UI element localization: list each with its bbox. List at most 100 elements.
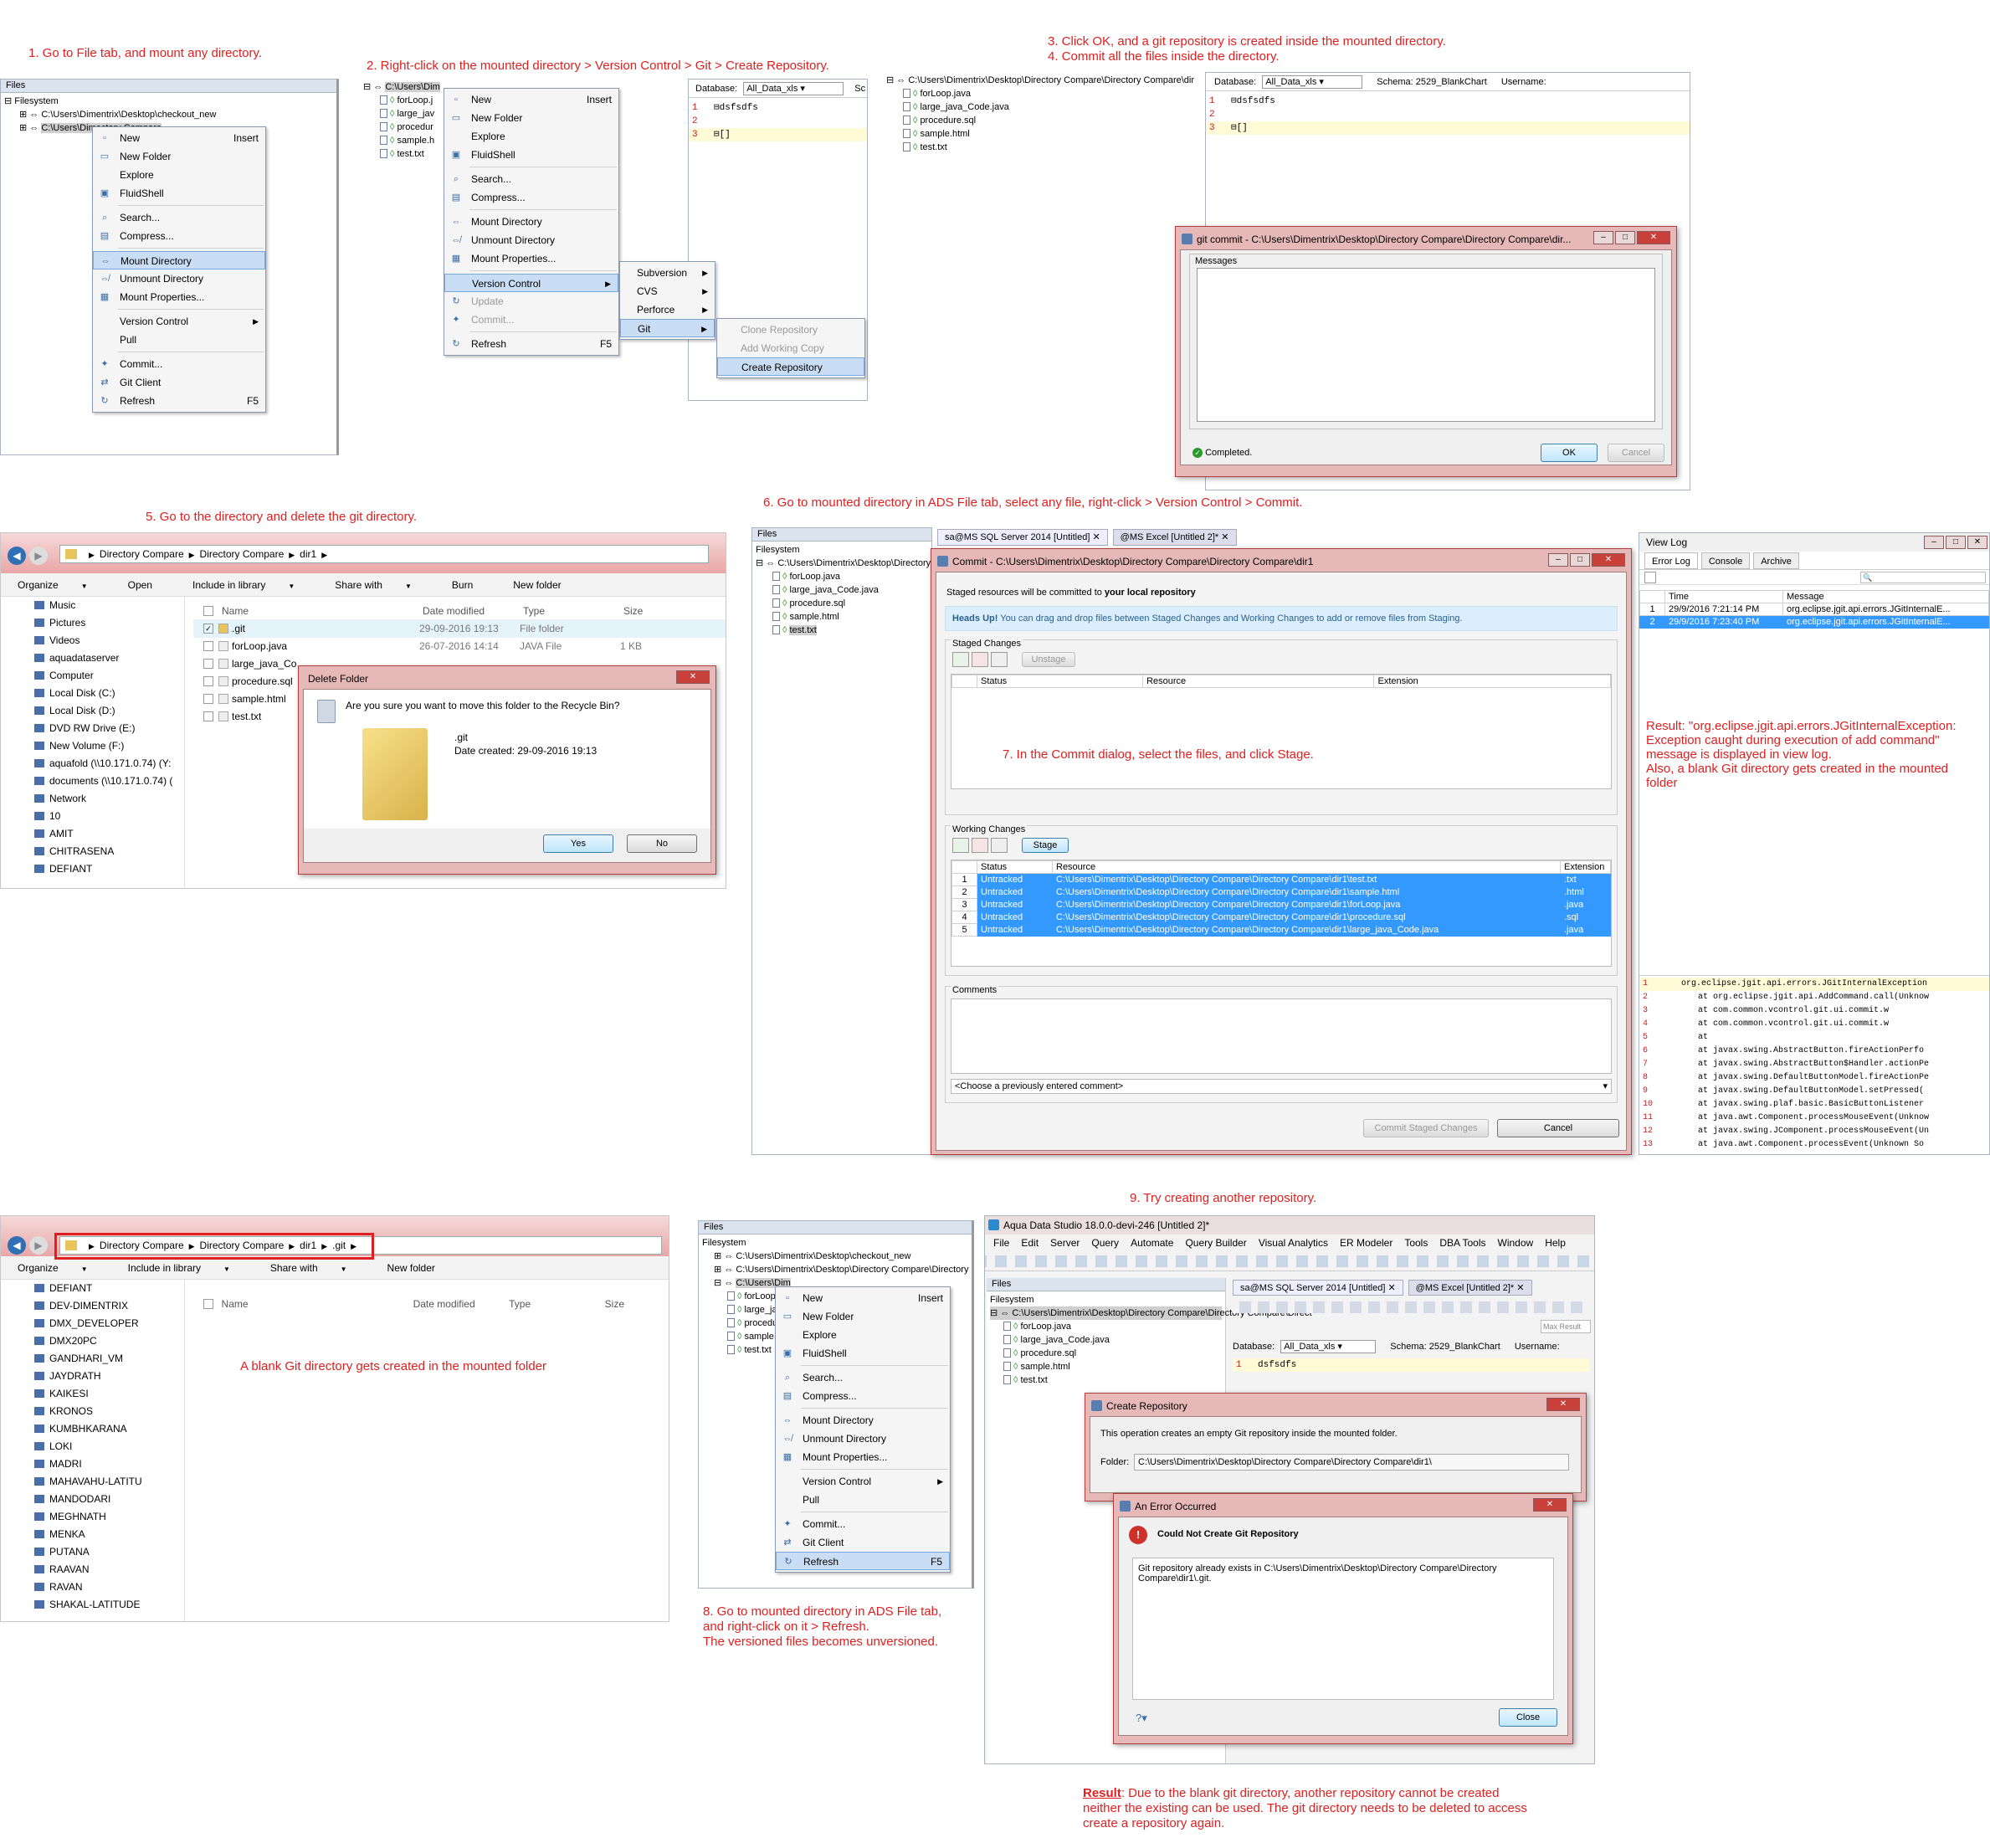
menu-item-commit[interactable]: ✦ Commit... [776, 1515, 950, 1533]
menu-help[interactable]: Help [1545, 1235, 1566, 1251]
nav-item[interactable]: aquafold (\\10.171.0.74) (Y: [34, 755, 184, 773]
command-include-in-library[interactable]: Include in library ▼ [192, 579, 315, 591]
table-row[interactable]: 1 Untracked C:\Users\Dimentrix\Desktop\Dir… [951, 873, 1611, 886]
menu-item[interactable]: ⇎ Unmount Directory [444, 231, 618, 249]
nav-item[interactable]: Music [34, 597, 184, 614]
menu-visual-analytics[interactable]: Visual Analytics [1259, 1235, 1328, 1251]
row-checkbox[interactable] [203, 676, 213, 686]
menu-tools[interactable]: Tools [1404, 1235, 1428, 1251]
nav-item[interactable]: KUMBHKARANA [34, 1420, 184, 1438]
file-row[interactable]: ✓ .git 29-09-2016 19:13 File folder [193, 620, 726, 638]
table-row[interactable]: 4 Untracked C:\Users\Dimentrix\Desktop\Dir… [951, 911, 1611, 924]
row-checkbox[interactable]: ✓ [203, 624, 213, 634]
stage-all-icon[interactable] [952, 838, 969, 853]
tab-ms-excel[interactable]: @MS Excel [Untitled 2]* ✕ [1112, 529, 1237, 546]
menu-item-mount-directory[interactable]: ⇔ Mount Directory [93, 251, 265, 270]
tree-file[interactable]: ◊ procedure.sql [756, 597, 928, 610]
column-header-date-modified[interactable]: Date modified [413, 1295, 510, 1313]
menu-item[interactable]: ⌕ Search... [444, 170, 618, 188]
menu-dba-tools[interactable]: DBA Tools [1439, 1235, 1485, 1251]
help-icon[interactable]: ?▾ [1136, 1712, 1147, 1725]
column-header-name[interactable]: Name [222, 1295, 413, 1313]
max-results-field[interactable]: Max Result [1541, 1320, 1591, 1333]
tree-mount-root-3[interactable]: ⊟ ⇔ C:\Users\Dimentrix\Desktop\Directory… [886, 74, 1201, 87]
select-all-checkbox[interactable] [203, 1299, 213, 1309]
menu-item-version-control[interactable]: Version Control ▶ [776, 1472, 950, 1491]
table-row[interactable]: 3 Untracked C:\Users\Dimentrix\Desktop\Dir… [951, 898, 1611, 911]
menu-automate[interactable]: Automate [1131, 1235, 1173, 1251]
command-share-with[interactable]: Share with ▼ [335, 579, 432, 591]
tree-filesystem[interactable]: ⊟ Filesystem [4, 95, 333, 108]
refresh-icon[interactable] [991, 652, 1008, 667]
ok-button[interactable]: OK [1541, 444, 1598, 462]
menu-item-fluidshell[interactable]: ▣ FluidShell [776, 1344, 950, 1363]
column-header-resource[interactable]: Resource [1142, 675, 1375, 688]
column-header-message[interactable]: Message [1782, 590, 1989, 603]
column-header-type[interactable]: Type [509, 1295, 605, 1313]
code-line-2-b[interactable]: 2 [1206, 108, 1690, 121]
minimize-button[interactable]: – [1924, 536, 1944, 549]
menu-item[interactable]: ▫ New Insert [444, 90, 618, 109]
menu-query[interactable]: Query [1091, 1235, 1119, 1251]
tree-file[interactable]: ◊ large_java_Code.java [886, 100, 1201, 114]
menu-item[interactable]: ▣ FluidShell [444, 146, 618, 164]
close-button[interactable]: Close [1499, 1708, 1557, 1727]
cancel-button[interactable]: Cancel [1608, 444, 1664, 462]
filter-icon[interactable] [1644, 572, 1656, 583]
submenu-item-add-working-copy[interactable]: Add Working Copy [717, 339, 864, 357]
menu-item[interactable]: Explore [444, 127, 618, 146]
maximize-button[interactable]: □ [1570, 553, 1590, 567]
cancel-button[interactable]: Cancel [1497, 1119, 1619, 1137]
forward-button[interactable]: ▶ [29, 547, 48, 565]
commit-staged-button[interactable]: Commit Staged Changes [1363, 1119, 1489, 1137]
maximize-button[interactable]: □ [1946, 536, 1966, 549]
tree-file[interactable]: ◊ test.txt [756, 624, 928, 637]
column-header-status[interactable]: Status [976, 675, 1144, 688]
nav-item[interactable]: RAVAN [34, 1578, 184, 1596]
code-line-1-b[interactable]: 1 ⊟dsfsdfs [1206, 95, 1690, 108]
menu-item-search[interactable]: ⌕ Search... [776, 1368, 950, 1387]
close-button[interactable]: ✕ [1533, 1498, 1567, 1512]
nav-item[interactable]: DMX_DEVELOPER [34, 1315, 184, 1332]
submenu-item-git[interactable]: Git ▶ [620, 319, 715, 337]
nav-item[interactable]: DVD RW Drive (E:) [34, 720, 184, 737]
tab-sql-server[interactable]: sa@MS SQL Server 2014 [Untitled] ✕ [937, 529, 1108, 546]
log-search-input[interactable]: 🔍 [1860, 572, 1986, 583]
nav-item[interactable]: AMIT [34, 825, 184, 843]
nav-item[interactable]: KRONOS [34, 1403, 184, 1420]
menu-item-search[interactable]: ⌕ Search... [93, 208, 265, 227]
comments-input[interactable] [951, 998, 1612, 1074]
menu-item-new-folder[interactable]: ▭ New Folder [776, 1307, 950, 1326]
table-row[interactable]: 5 Untracked C:\Users\Dimentrix\Desktop\Dir… [951, 923, 1611, 937]
nav-item[interactable]: KAIKESI [34, 1385, 184, 1403]
submenu-item-subversion[interactable]: Subversion ▶ [620, 264, 715, 282]
close-button[interactable]: ✕ [1592, 553, 1625, 567]
command-new-folder[interactable]: New folder [513, 579, 581, 591]
tab-sql-server[interactable]: sa@MS SQL Server 2014 [Untitled] ✕ [1233, 1280, 1403, 1296]
close-button[interactable]: ✕ [1967, 536, 1987, 549]
tree-mount-1[interactable]: ⊞ ⇔ C:\Users\Dimentrix\Desktop\checkout_… [4, 108, 333, 121]
breadcrumb-item[interactable]: Directory Compare [200, 548, 285, 560]
nav-item[interactable]: 10 [34, 808, 184, 825]
nav-item[interactable]: DEV-DIMENTRIX [34, 1297, 184, 1315]
folder-field[interactable]: C:\Users\Dimentrix\Desktop\Directory Com… [1134, 1454, 1569, 1471]
menu-item[interactable]: ⇔ Mount Directory [444, 213, 618, 231]
back-button[interactable]: ◀ [8, 1236, 26, 1255]
tab-archive[interactable]: Archive [1753, 552, 1799, 569]
nav-item[interactable]: JAYDRATH [34, 1368, 184, 1385]
column-header-extension[interactable]: Extension [1560, 860, 1611, 874]
menu-item-git-client[interactable]: ⇄ Git Client [93, 373, 265, 392]
file-row[interactable]: forLoop.java 26-07-2016 14:14 JAVA File 1 K… [193, 638, 726, 655]
nav-item[interactable]: CHITRASENA [34, 843, 184, 860]
unstage-button[interactable]: Unstage [1022, 652, 1075, 667]
tab-ms-excel[interactable]: @MS Excel [Untitled 2]* ✕ [1408, 1280, 1532, 1296]
menu-item-explore[interactable]: Explore [93, 166, 265, 184]
menu-item[interactable]: ▭ New Folder [444, 109, 618, 127]
nav-item[interactable]: Network [34, 790, 184, 808]
nav-item[interactable]: aquadataserver [34, 649, 184, 667]
select-all-checkbox[interactable] [203, 606, 213, 616]
nav-item[interactable]: Computer [34, 667, 184, 685]
menu-item-unmount-directory[interactable]: ⇎ Unmount Directory [776, 1430, 950, 1448]
column-header-size[interactable]: Size [605, 1295, 669, 1313]
stage-button[interactable]: Stage [1022, 838, 1069, 853]
